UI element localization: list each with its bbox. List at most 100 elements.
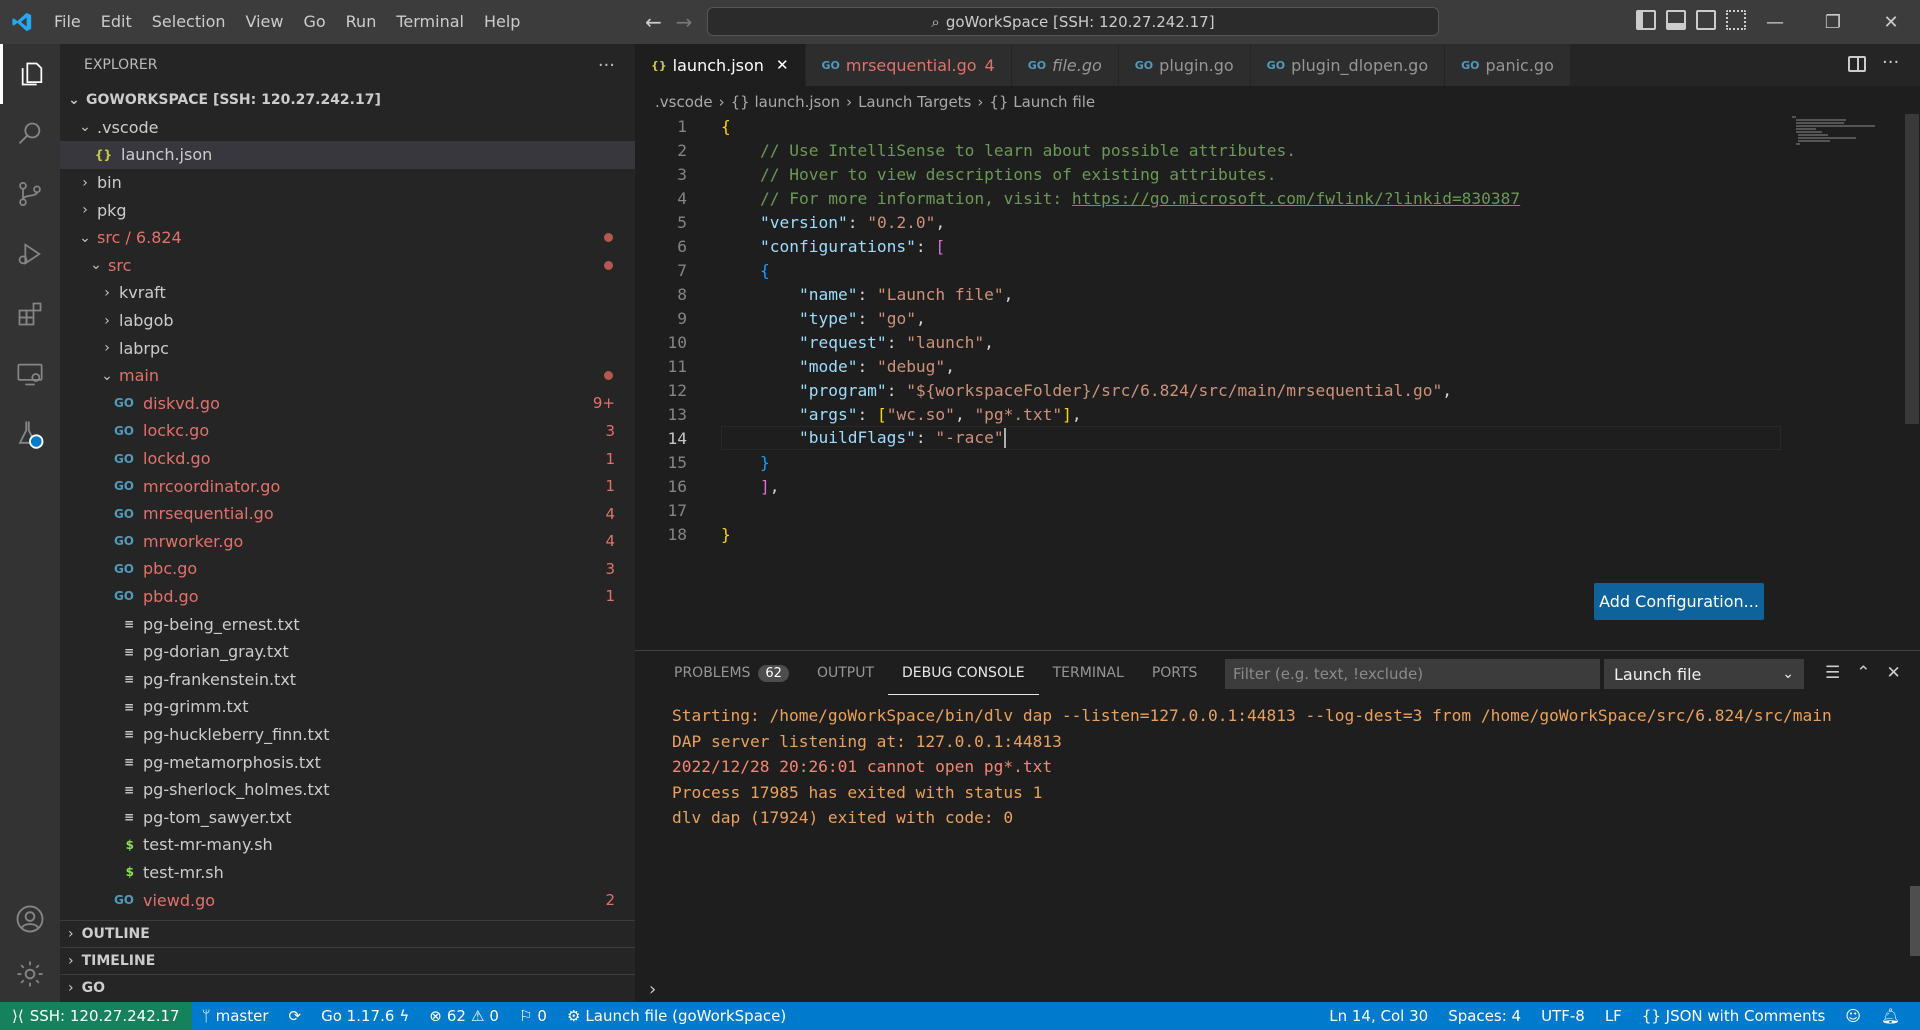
search-icon[interactable] bbox=[0, 104, 60, 164]
tree-item-pg-tom-sawyer-txt[interactable]: ≡ pg-tom_sawyer.txt bbox=[60, 803, 635, 831]
code-line[interactable]: 9 "type": "go", bbox=[635, 306, 1875, 330]
panel-tab-output[interactable]: OUTPUT bbox=[803, 651, 888, 695]
notifications-icon[interactable]: 🔔︎ bbox=[1871, 1007, 1910, 1025]
restore-button[interactable]: ❐ bbox=[1804, 0, 1862, 44]
code-line[interactable]: 11 "mode": "debug", bbox=[635, 354, 1875, 378]
breadcrumb-item[interactable]: {} Launch file bbox=[989, 93, 1095, 111]
tab-launch-json[interactable]: {} launch.json ✕ bbox=[635, 44, 806, 86]
close-window-button[interactable]: ✕ bbox=[1862, 0, 1920, 44]
minimize-button[interactable]: — bbox=[1746, 0, 1804, 44]
tree-item-pg-dorian-gray-txt[interactable]: ≡ pg-dorian_gray.txt bbox=[60, 638, 635, 666]
tree-item-kvraft[interactable]: › kvraft bbox=[60, 279, 635, 307]
add-configuration-button[interactable]: Add Configuration... bbox=[1594, 583, 1764, 620]
console-filter-input[interactable]: Filter (e.g. text, !exclude) bbox=[1225, 659, 1600, 689]
menu-selection[interactable]: Selection bbox=[142, 0, 236, 44]
menu-terminal[interactable]: Terminal bbox=[386, 0, 474, 44]
debug-config-indicator[interactable]: ⚙ Launch file (goWorkSpace) bbox=[557, 1007, 796, 1025]
code-line[interactable]: 16 ], bbox=[635, 474, 1875, 498]
language-mode[interactable]: {} JSON with Comments bbox=[1632, 1007, 1836, 1025]
code-line[interactable]: 12 "program": "${workspaceFolder}/src/6.… bbox=[635, 378, 1875, 402]
end-of-line[interactable]: LF bbox=[1595, 1007, 1632, 1025]
code-token[interactable]: https://go.microsoft.com/fwlink/?linkid=… bbox=[1072, 189, 1520, 208]
tree-item-src[interactable]: ⌄ src bbox=[60, 252, 635, 280]
editor-scrollbar[interactable] bbox=[1905, 114, 1919, 424]
tab-mrsequential-go[interactable]: GO mrsequential.go 4 bbox=[805, 44, 1012, 86]
breadcrumb-item[interactable]: {} launch.json bbox=[731, 93, 840, 111]
code-line[interactable]: 1{ bbox=[635, 114, 1875, 138]
code-line[interactable]: 10 "request": "launch", bbox=[635, 330, 1875, 354]
back-arrow-icon[interactable]: ← bbox=[645, 10, 662, 34]
menu-help[interactable]: Help bbox=[474, 0, 530, 44]
tree-item-test-mr-sh[interactable]: $ test-mr.sh bbox=[60, 859, 635, 887]
more-actions-icon[interactable]: ··· bbox=[598, 55, 615, 76]
gear-icon[interactable] bbox=[0, 944, 60, 1004]
code-line[interactable]: 4 // For more information, visit: https:… bbox=[635, 186, 1875, 210]
go-version-indicator[interactable]: Go 1.17.6 ϟ bbox=[311, 1007, 419, 1025]
workspace-root[interactable]: ⌄ GOWORKSPACE [SSH: 120.27.242.17] bbox=[60, 86, 635, 114]
code-line[interactable]: 14 "buildFlags": "-race" bbox=[635, 426, 1875, 450]
code-line[interactable]: 17 bbox=[635, 498, 1875, 522]
indentation[interactable]: Spaces: 4 bbox=[1438, 1007, 1531, 1025]
tree-item-labgob[interactable]: › labgob bbox=[60, 307, 635, 335]
outline-section[interactable]: › OUTLINE bbox=[60, 920, 635, 947]
code-editor[interactable]: 1{2 // Use IntelliSense to learn about p… bbox=[635, 114, 1920, 634]
tree-item-src-6-824[interactable]: ⌄ src / 6.824 bbox=[60, 224, 635, 252]
tree-item-main[interactable]: ⌄ main bbox=[60, 362, 635, 390]
code-line[interactable]: 8 "name": "Launch file", bbox=[635, 282, 1875, 306]
toggle-panel-icon[interactable] bbox=[1666, 10, 1686, 30]
ports-indicator[interactable]: ⚐ 0 bbox=[509, 1007, 557, 1025]
tree-item-pbd-go[interactable]: GO pbd.go 1 bbox=[60, 583, 635, 611]
cursor-position[interactable]: Ln 14, Col 30 bbox=[1319, 1007, 1438, 1025]
tree-item-launch-json[interactable]: {} launch.json bbox=[60, 141, 635, 169]
code-line[interactable]: 13 "args": ["wc.so", "pg*.txt"], bbox=[635, 402, 1875, 426]
tree-item-pg-sherlock-holmes-txt[interactable]: ≡ pg-sherlock_holmes.txt bbox=[60, 776, 635, 804]
code-line[interactable]: 5 "version": "0.2.0", bbox=[635, 210, 1875, 234]
menu-file[interactable]: File bbox=[44, 0, 91, 44]
code-line[interactable]: 18} bbox=[635, 522, 1875, 546]
branch-indicator[interactable]: ᛘ master bbox=[192, 1007, 279, 1025]
forward-arrow-icon[interactable]: → bbox=[676, 10, 693, 34]
split-editor-icon[interactable] bbox=[1848, 56, 1866, 72]
tab-panic-go[interactable]: GO panic.go bbox=[1445, 44, 1571, 86]
tree-item-lockc-go[interactable]: GO lockc.go 3 bbox=[60, 417, 635, 445]
tree-item-vscode[interactable]: ⌄ .vscode bbox=[60, 114, 635, 142]
tree-item-viewd-go[interactable]: GO viewd.go 2 bbox=[60, 886, 635, 914]
tree-item-pg-grimm-txt[interactable]: ≡ pg-grimm.txt bbox=[60, 693, 635, 721]
source-control-icon[interactable] bbox=[0, 164, 60, 224]
tab-plugin-dlopen-go[interactable]: GO plugin_dlopen.go bbox=[1250, 44, 1446, 86]
maximize-panel-icon[interactable]: ⌃ bbox=[1856, 663, 1870, 683]
problems-indicator[interactable]: ⊗ 62 ⚠ 0 bbox=[419, 1007, 509, 1025]
remote-indicator[interactable]: ⟩⟨ SSH: 120.27.242.17 bbox=[0, 1002, 192, 1030]
remote-explorer-icon[interactable] bbox=[0, 344, 60, 404]
customize-layout-icon[interactable] bbox=[1726, 10, 1746, 30]
close-icon[interactable]: ✕ bbox=[776, 56, 789, 74]
explorer-icon[interactable] bbox=[0, 44, 60, 104]
tree-item-lockd-go[interactable]: GO lockd.go 1 bbox=[60, 445, 635, 473]
go-section[interactable]: › GO bbox=[60, 974, 635, 1001]
menu-edit[interactable]: Edit bbox=[91, 0, 142, 44]
tree-item-bin[interactable]: › bin bbox=[60, 169, 635, 197]
panel-tab-problems[interactable]: PROBLEMS 62 bbox=[660, 651, 803, 695]
tree-item-pkg[interactable]: › pkg bbox=[60, 196, 635, 224]
tree-item-diskvd-go[interactable]: GO diskvd.go 9+ bbox=[60, 390, 635, 418]
console-scrollbar[interactable] bbox=[1910, 886, 1920, 956]
tab-file-go[interactable]: GO file.go bbox=[1011, 44, 1119, 86]
tree-item-mrsequential-go[interactable]: GO mrsequential.go 4 bbox=[60, 500, 635, 528]
code-line[interactable]: 6 "configurations": [ bbox=[635, 234, 1875, 258]
tree-item-pg-being-ernest-txt[interactable]: ≡ pg-being_ernest.txt bbox=[60, 610, 635, 638]
testing-icon[interactable] bbox=[0, 404, 60, 464]
command-center[interactable]: ⌕ goWorkSpace [SSH: 120.27.242.17] bbox=[707, 7, 1439, 36]
tree-item-test-mr-many-sh[interactable]: $ test-mr-many.sh bbox=[60, 831, 635, 859]
clear-console-icon[interactable]: ☰ bbox=[1825, 663, 1840, 683]
run-debug-icon[interactable] bbox=[0, 224, 60, 284]
tree-item-pg-metamorphosis-txt[interactable]: ≡ pg-metamorphosis.txt bbox=[60, 748, 635, 776]
panel-tab-terminal[interactable]: TERMINAL bbox=[1039, 651, 1138, 695]
close-panel-icon[interactable]: ✕ bbox=[1887, 663, 1901, 683]
menu-view[interactable]: View bbox=[236, 0, 294, 44]
code-line[interactable]: 7 { bbox=[635, 258, 1875, 282]
launch-config-select[interactable]: Launch file ⌄ bbox=[1604, 659, 1804, 689]
tree-item-pg-huckleberry-finn-txt[interactable]: ≡ pg-huckleberry_finn.txt bbox=[60, 721, 635, 749]
tab-plugin-go[interactable]: GO plugin.go bbox=[1118, 44, 1251, 86]
tree-item-pg-frankenstein-txt[interactable]: ≡ pg-frankenstein.txt bbox=[60, 665, 635, 693]
menu-run[interactable]: Run bbox=[336, 0, 387, 44]
